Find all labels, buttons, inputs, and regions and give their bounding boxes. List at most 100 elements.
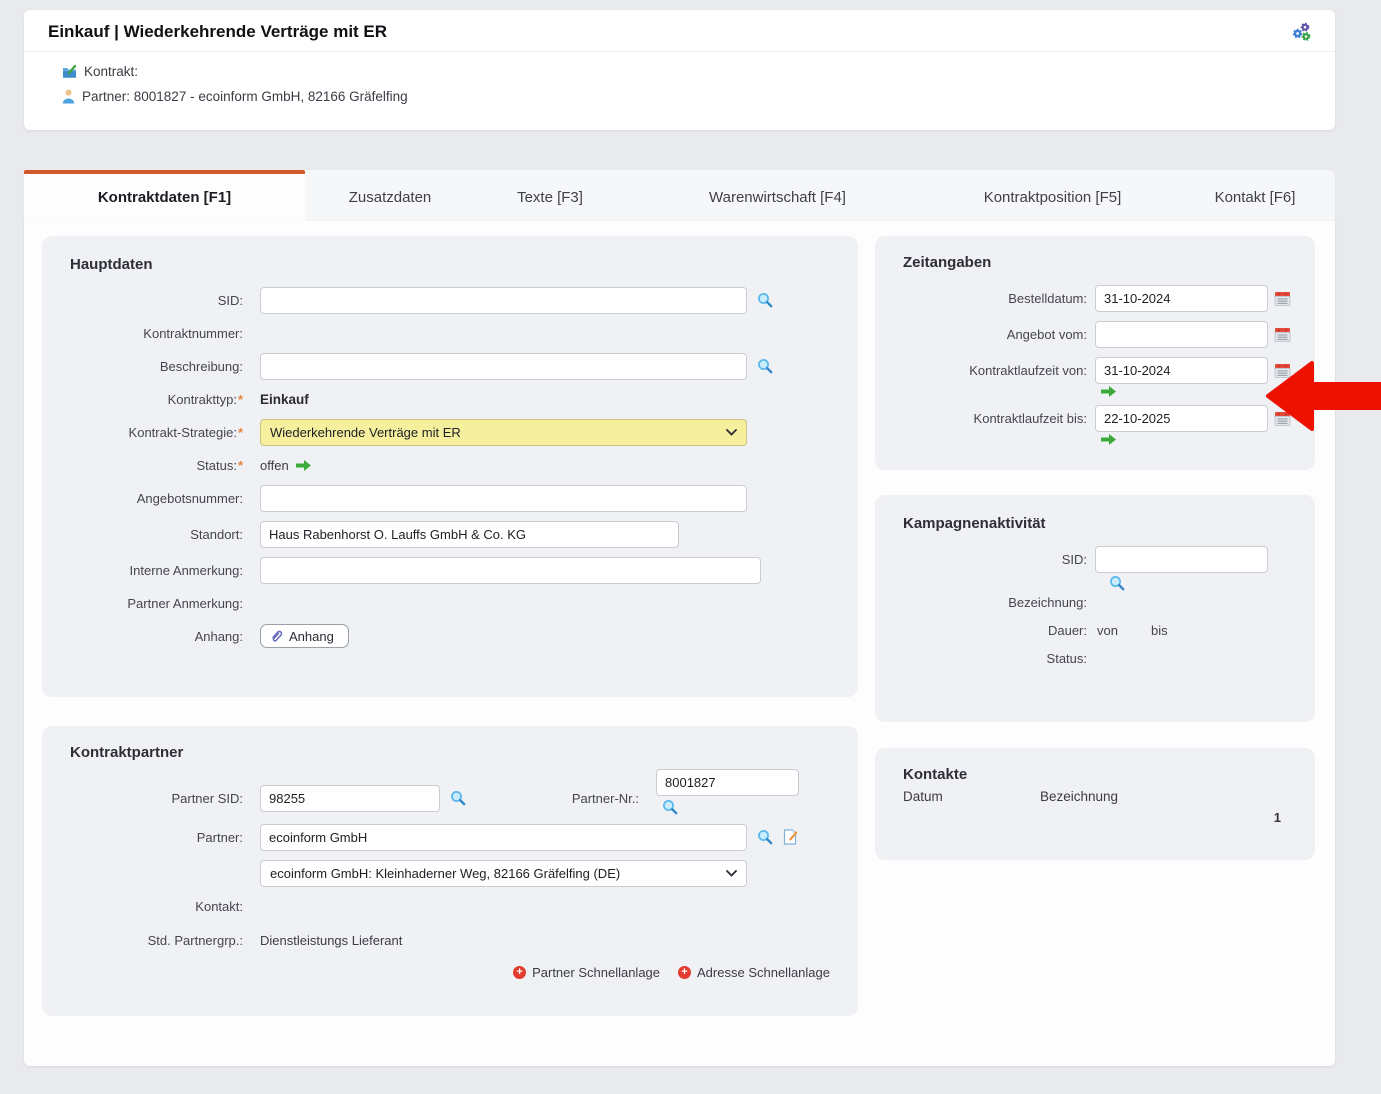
kontrakttyp-value: Einkauf — [260, 392, 309, 407]
angebotsnummer-label: Angebotsnummer: — [70, 491, 260, 506]
tab-kontraktdaten[interactable]: Kontraktdaten [F1] — [24, 170, 305, 221]
laufzeit-bis-calendar-icon[interactable] — [1274, 410, 1291, 427]
kampagne-dauer-label: Dauer: — [903, 623, 1095, 638]
kontakte-col-bezeichnung: Bezeichnung — [1040, 789, 1118, 804]
bestelldatum-input[interactable] — [1095, 285, 1268, 312]
partner-nr-search-icon[interactable] — [662, 799, 799, 815]
add-circle-icon: + — [513, 966, 526, 979]
row-partnergrp: Std. Partnergrp.: Dienstleistungs Liefer… — [70, 929, 838, 951]
angebot-vom-input[interactable] — [1095, 321, 1268, 348]
partner-label: Partner: — [70, 830, 260, 845]
row-kontakt: Kontakt: — [70, 895, 838, 917]
kampagne-heading: Kampagnenaktivität — [903, 515, 1295, 532]
workflow-gears-icon[interactable] — [1291, 22, 1313, 42]
partnergrp-label: Std. Partnergrp.: — [70, 933, 260, 948]
partner-address-selected-value: ecoinform GmbH: Kleinhaderner Weg, 82166… — [270, 866, 620, 881]
kontrakt-label: Kontrakt: — [84, 64, 138, 79]
add-circle-icon: + — [678, 966, 691, 979]
row-standort: Standort: — [70, 520, 838, 548]
row-partner-sid: Partner SID: Partner-Nr.: — [70, 781, 838, 815]
row-angebot-vom: Angebot vom: — [903, 320, 1295, 348]
row-kampagne-bezeichnung: Bezeichnung: — [903, 595, 1295, 610]
row-kontrakttyp: Kontrakttyp:* Einkauf — [70, 388, 838, 410]
kampagne-bezeichnung-label: Bezeichnung: — [903, 595, 1095, 610]
tab-zusatzdaten[interactable]: Zusatzdaten — [305, 170, 475, 221]
header-card: Einkauf | Wiederkehrende Verträge mit ER — [24, 10, 1335, 130]
panel-hauptdaten: Hauptdaten SID: Kontraktnummer: Beschrei… — [42, 236, 858, 697]
row-sid: SID: — [70, 286, 838, 314]
standort-input[interactable] — [260, 521, 679, 548]
row-kampagne-sid: SID: — [903, 545, 1295, 573]
partner-address-select[interactable]: ecoinform GmbH: Kleinhaderner Weg, 82166… — [260, 860, 747, 887]
kampagne-sid-input[interactable] — [1095, 546, 1268, 573]
adresse-schnellanlage-link[interactable]: + Adresse Schnellanlage — [678, 965, 830, 980]
bestelldatum-calendar-icon[interactable] — [1274, 290, 1291, 307]
bestelldatum-label: Bestelldatum: — [903, 291, 1095, 306]
panel-kampagnenaktivitaet: Kampagnenaktivität SID: Bezeichnung: Dau… — [875, 495, 1315, 722]
row-partner-anmerkung: Partner Anmerkung: — [70, 592, 838, 614]
kontakte-col-datum: Datum — [903, 789, 1040, 804]
kampagne-sid-search-icon[interactable] — [1109, 575, 1295, 591]
partner-input[interactable] — [260, 824, 747, 851]
kontakt-label: Kontakt: — [70, 899, 260, 914]
tab-texte[interactable]: Texte [F3] — [475, 170, 625, 221]
kontrakt-info-line: Kontrakt: — [62, 59, 1311, 84]
laufzeit-bis-input[interactable] — [1095, 405, 1268, 432]
contract-edit-icon — [62, 65, 77, 79]
partner-info-line: Partner: 8001827 - ecoinform GmbH, 82166… — [62, 84, 1311, 109]
person-icon — [62, 89, 75, 104]
laufzeit-bis-copy-arrow-icon[interactable] — [1101, 434, 1295, 446]
sid-input[interactable] — [260, 287, 747, 314]
tab-warenwirtschaft[interactable]: Warenwirtschaft [F4] — [625, 170, 930, 221]
row-strategie: Kontrakt-Strategie:* Wiederkehrende Vert… — [70, 418, 838, 446]
panel-kontraktpartner: Kontraktpartner Partner SID: Partner-Nr.… — [42, 726, 858, 1016]
tab-bar: Kontraktdaten [F1] Zusatzdaten Texte [F3… — [24, 170, 1335, 221]
partner-schnellanlage-link[interactable]: + Partner Schnellanlage — [513, 965, 660, 980]
row-beschreibung: Beschreibung: — [70, 352, 838, 380]
tab-kontakt[interactable]: Kontakt [F6] — [1175, 170, 1335, 221]
partner-nr-stack — [656, 769, 799, 815]
kontraktpartner-heading: Kontraktpartner — [70, 744, 838, 761]
laufzeit-von-copy-arrow-icon[interactable] — [1101, 386, 1295, 398]
partner-sid-input[interactable] — [260, 785, 440, 812]
partner-search-icon[interactable] — [757, 829, 773, 845]
row-bestelldatum: Bestelldatum: — [903, 284, 1295, 312]
row-kampagne-status: Status: — [903, 651, 1295, 666]
sid-search-icon[interactable] — [757, 292, 773, 308]
paperclip-icon — [270, 629, 283, 643]
strategie-select[interactable]: Wiederkehrende Verträge mit ER — [260, 419, 747, 446]
partner-nr-input[interactable] — [656, 769, 799, 796]
row-partner-address: ecoinform GmbH: Kleinhaderner Weg, 82166… — [70, 859, 838, 887]
row-kontraktnummer: Kontraktnummer: — [70, 322, 838, 344]
partner-nr-label: Partner-Nr.: — [466, 791, 656, 806]
interne-anmerkung-input[interactable] — [260, 557, 761, 584]
required-marker: * — [238, 392, 243, 407]
partner-sid-search-icon[interactable] — [450, 790, 466, 806]
row-status: Status:* offen — [70, 454, 838, 476]
angebot-vom-calendar-icon[interactable] — [1274, 326, 1291, 343]
chevron-down-icon — [726, 429, 737, 436]
row-partner: Partner: — [70, 823, 838, 851]
beschreibung-input[interactable] — [260, 353, 747, 380]
beschreibung-search-icon[interactable] — [757, 358, 773, 374]
kontakte-pager[interactable]: 1 — [903, 810, 1295, 825]
kontrakttyp-label: Kontrakttyp:* — [70, 392, 260, 407]
zeitangaben-heading: Zeitangaben — [903, 254, 1295, 271]
row-laufzeit-bis: Kontraktlaufzeit bis: — [903, 404, 1295, 432]
row-kampagne-dauer: Dauer: von bis — [903, 623, 1295, 638]
laufzeit-von-input[interactable] — [1095, 357, 1268, 384]
standort-label: Standort: — [70, 527, 260, 542]
partner-edit-document-icon[interactable] — [783, 829, 798, 845]
status-next-arrow-icon[interactable] — [296, 460, 311, 471]
kontakte-heading: Kontakte — [903, 766, 1295, 783]
beschreibung-label: Beschreibung: — [70, 359, 260, 374]
kontakte-column-headers: Datum Bezeichnung — [903, 789, 1295, 804]
row-anhang: Anhang: Anhang — [70, 622, 838, 650]
laufzeit-bis-label: Kontraktlaufzeit bis: — [903, 411, 1095, 426]
tab-kontraktposition[interactable]: Kontraktposition [F5] — [930, 170, 1175, 221]
anhang-button[interactable]: Anhang — [260, 624, 349, 648]
angebotsnummer-input[interactable] — [260, 485, 747, 512]
laufzeit-von-calendar-icon[interactable] — [1274, 362, 1291, 379]
app-page: Einkauf | Wiederkehrende Verträge mit ER — [0, 0, 1381, 1094]
status-value: offen — [260, 458, 289, 473]
